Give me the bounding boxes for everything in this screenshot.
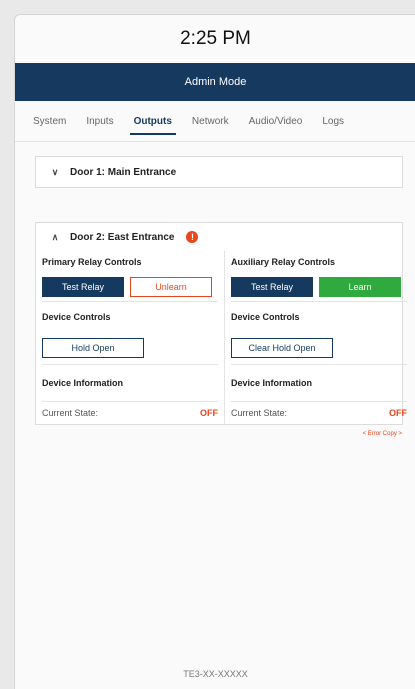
hold-open-button[interactable]: Hold Open <box>42 338 144 358</box>
device-info-left-title: Device Information <box>42 365 218 402</box>
device-serial: TE3-XX-XXXXX <box>183 669 248 679</box>
learn-button[interactable]: Learn <box>319 277 401 297</box>
unlearn-button[interactable]: Unlearn <box>130 277 212 297</box>
tab-network[interactable]: Network <box>192 108 229 135</box>
door2-controls-grid: Primary Relay Controls Auxiliary Relay C… <box>36 251 407 424</box>
door1-header[interactable]: ∨ Door 1: Main Entrance <box>36 167 176 178</box>
status-bar: 2:25 PM <box>15 15 415 63</box>
door2-title: Door 2: East Entrance <box>70 231 175 243</box>
device-controls-right: Device Controls <box>225 302 413 332</box>
tab-inputs[interactable]: Inputs <box>86 108 113 135</box>
device-info-right-title: Device Information <box>231 365 407 402</box>
tab-bar: System Inputs Outputs Network Audio/Vide… <box>15 101 415 142</box>
device-controls-right-buttons: Clear Hold Open <box>225 332 413 365</box>
current-state-left-row: Current State: OFF <box>42 402 218 424</box>
aux-relay-buttons: Test Relay Learn <box>225 273 413 302</box>
primary-relay-buttons: Test Relay Unlearn <box>36 273 225 302</box>
tab-outputs[interactable]: Outputs <box>129 108 177 135</box>
door2-panel: ∧ Door 2: East Entrance ! Primary Relay … <box>35 222 407 425</box>
clear-hold-open-button[interactable]: Clear Hold Open <box>231 338 333 358</box>
current-state-left-value: OFF <box>200 408 218 418</box>
tab-system[interactable]: System <box>33 108 66 135</box>
tab-audio-video[interactable]: Audio/Video <box>249 108 303 135</box>
device-info-left: Device Information <box>36 365 225 402</box>
aux-relay-section: Auxiliary Relay Controls <box>225 251 413 273</box>
clock-time: 2:25 PM <box>180 28 251 49</box>
chevron-up-icon: ∧ <box>51 231 59 242</box>
device-screen: 2:25 PM Admin Mode System Inputs Outputs… <box>14 14 415 689</box>
aux-relay-title: Auxiliary Relay Controls <box>231 257 336 267</box>
current-state-right-value: OFF <box>389 408 407 418</box>
mode-banner: Admin Mode <box>15 63 415 101</box>
aux-test-relay-button[interactable]: Test Relay <box>231 277 313 297</box>
current-state-left-label: Current State: <box>42 408 99 418</box>
device-info-right: Device Information <box>225 365 413 402</box>
error-copy-text: < Error Copy > <box>362 431 402 437</box>
tab-logs[interactable]: Logs <box>322 108 344 135</box>
door1-panel: ∨ Door 1: Main Entrance <box>35 156 403 188</box>
aux-relay-row: Test Relay Learn <box>231 273 407 302</box>
device-controls-left: Device Controls <box>36 302 225 332</box>
device-controls-left-row: Hold Open <box>42 332 218 365</box>
primary-relay-title: Primary Relay Controls <box>42 257 142 267</box>
device-controls-right-title: Device Controls <box>231 312 300 322</box>
device-info-right-values: Current State: OFF <box>225 402 413 424</box>
device-controls-left-title: Device Controls <box>42 312 111 322</box>
primary-relay-row: Test Relay Unlearn <box>42 273 218 302</box>
device-controls-right-row: Clear Hold Open <box>231 332 407 365</box>
warning-icon: ! <box>186 231 199 243</box>
device-controls-left-buttons: Hold Open <box>36 332 225 365</box>
current-state-right-label: Current State: <box>231 408 288 418</box>
chevron-down-icon: ∨ <box>51 166 59 177</box>
primary-relay-section: Primary Relay Controls <box>36 251 225 273</box>
door1-title: Door 1: Main Entrance <box>70 166 177 178</box>
current-state-right-row: Current State: OFF <box>231 402 407 424</box>
primary-test-relay-button[interactable]: Test Relay <box>42 277 124 297</box>
device-info-left-values: Current State: OFF <box>36 402 225 424</box>
door2-header[interactable]: ∧ Door 2: East Entrance ! <box>36 223 402 251</box>
mode-label: Admin Mode <box>184 76 247 88</box>
